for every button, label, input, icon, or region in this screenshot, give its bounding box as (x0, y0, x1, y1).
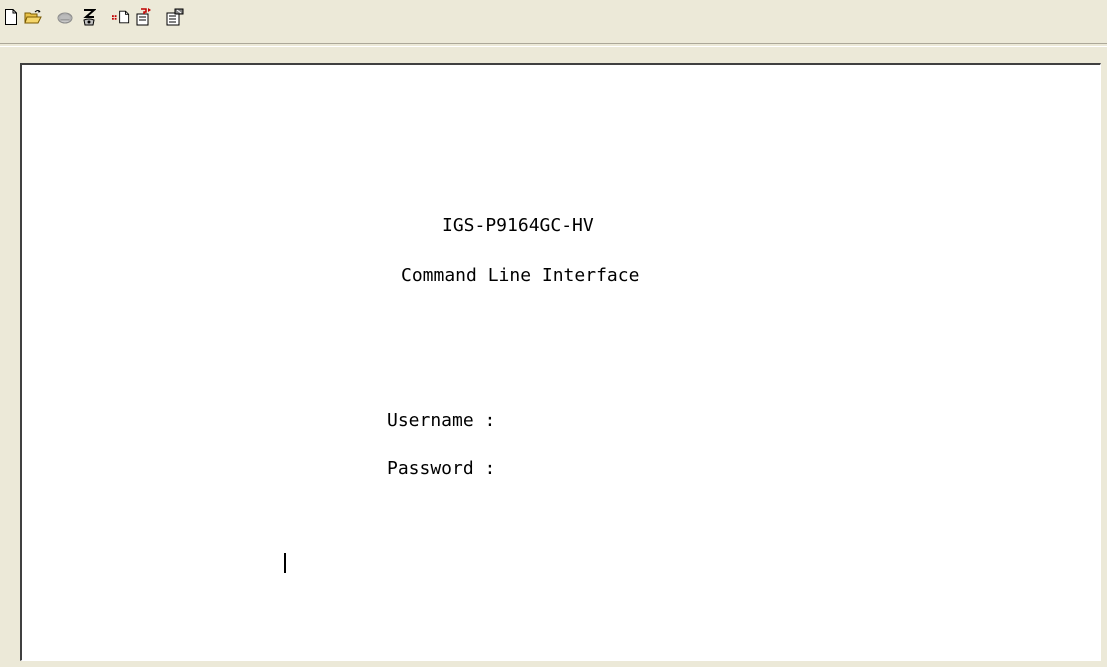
properties-icon[interactable] (166, 8, 184, 26)
cli-title: Command Line Interface (401, 265, 640, 286)
connect-icon[interactable] (80, 8, 98, 26)
terminal-screen[interactable]: IGS-P9164GC-HV Command Line Interface Us… (20, 63, 1101, 661)
send-icon[interactable] (112, 8, 130, 26)
toolbar-separator (0, 43, 1107, 47)
username-prompt: Username : (387, 410, 496, 431)
text-cursor (284, 553, 286, 573)
receive-icon[interactable] (134, 8, 152, 26)
new-icon[interactable] (2, 8, 20, 26)
disconnect-icon[interactable] (56, 8, 74, 26)
password-prompt: Password : (387, 458, 496, 479)
hyperterminal-window: IGS-P9164GC-HV Command Line Interface Us… (0, 0, 1107, 667)
open-icon[interactable] (24, 8, 42, 26)
toolbar (0, 0, 1107, 40)
device-name: IGS-P9164GC-HV (442, 215, 594, 236)
terminal-frame: IGS-P9164GC-HV Command Line Interface Us… (6, 50, 1104, 667)
